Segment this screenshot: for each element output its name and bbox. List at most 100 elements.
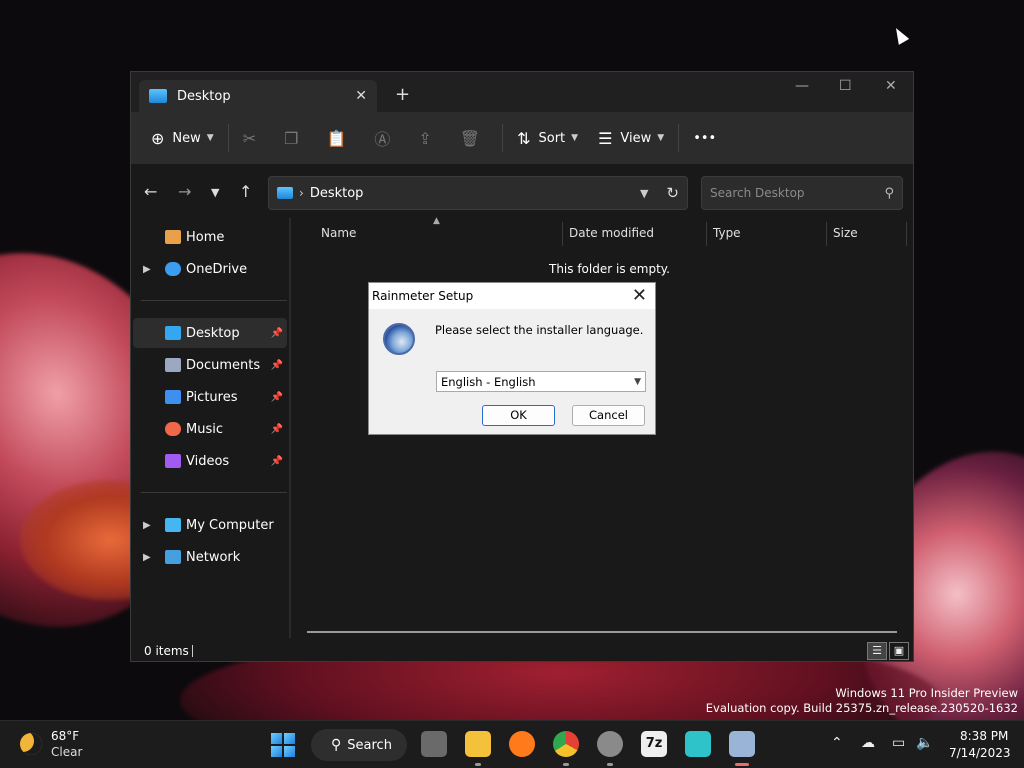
- recent-locations-chevron-icon[interactable]: ▼: [211, 186, 219, 199]
- sidebar-item-label: Desktop: [186, 325, 240, 341]
- sidebar-item-documents[interactable]: Documents 📌: [133, 350, 287, 380]
- close-window-button[interactable]: ✕: [885, 78, 897, 94]
- app-diamond-icon[interactable]: [685, 731, 711, 757]
- sort-button[interactable]: ⇅ Sort ▼: [507, 122, 588, 154]
- dialog-close-button[interactable]: ✕: [632, 285, 647, 306]
- windows-start-icon[interactable]: [271, 733, 295, 757]
- ok-button[interactable]: OK: [482, 405, 555, 426]
- status-divider: [192, 645, 193, 657]
- active-indicator: [735, 763, 749, 766]
- breadcrumb-desktop[interactable]: Desktop: [310, 186, 640, 201]
- empty-folder-message: This folder is empty.: [549, 262, 670, 276]
- volume-icon[interactable]: 🔈: [916, 735, 933, 751]
- forward-arrow-icon[interactable]: →: [178, 182, 191, 201]
- sidebar-item-label: Music: [186, 421, 223, 437]
- minimize-button[interactable]: —: [795, 78, 809, 94]
- desktop-folder-icon: [149, 89, 167, 103]
- column-header-type[interactable]: Type: [713, 218, 741, 248]
- pin-icon[interactable]: 📌: [271, 360, 283, 371]
- horizontal-scrollbar[interactable]: [307, 631, 897, 633]
- column-divider[interactable]: [706, 222, 707, 246]
- new-tab-button[interactable]: +: [395, 84, 410, 105]
- cancel-button[interactable]: Cancel: [572, 405, 645, 426]
- pane-splitter[interactable]: [289, 218, 291, 638]
- show-hidden-icons-chevron-icon[interactable]: ⌃: [831, 735, 843, 751]
- column-divider[interactable]: [826, 222, 827, 246]
- taskbar: 68°F Clear ⚲ Search 7z ⌃ ☁ ▭ 🔈 8:38 PM 7…: [0, 720, 1024, 768]
- close-tab-icon[interactable]: ✕: [355, 88, 367, 104]
- column-divider[interactable]: [906, 222, 907, 246]
- sidebar-item-network[interactable]: ▶ Network: [133, 542, 287, 572]
- file-explorer-icon[interactable]: [465, 731, 491, 757]
- refresh-icon[interactable]: ↻: [666, 184, 679, 202]
- taskbar-search-button[interactable]: ⚲ Search: [311, 729, 407, 761]
- sidebar-item-desktop[interactable]: Desktop 📌: [133, 318, 287, 348]
- more-options-button[interactable]: •••: [683, 122, 726, 154]
- expand-chevron-icon[interactable]: ▶: [143, 264, 151, 275]
- weather-condition[interactable]: Clear: [51, 745, 82, 759]
- sidebar-item-onedrive[interactable]: ▶ OneDrive: [133, 254, 287, 284]
- large-icons-view-icon[interactable]: ▣: [889, 642, 909, 660]
- search-box[interactable]: ⚲: [701, 176, 903, 210]
- rainmeter-setup-icon[interactable]: [729, 731, 755, 757]
- clipboard-icon: 📋: [326, 128, 347, 148]
- task-view-icon[interactable]: [421, 731, 447, 757]
- tab-desktop[interactable]: Desktop ✕: [139, 80, 377, 112]
- toolbar-divider: [678, 124, 680, 152]
- expand-chevron-icon[interactable]: ▶: [143, 552, 151, 563]
- command-bar: ⊕ New ▼ ✂ ❐ 📋 Ⓐ ⇪ 🗑 ⇅ Sort ▼ ☰ View ▼ ••…: [131, 112, 913, 164]
- rename-icon: Ⓐ: [374, 130, 391, 149]
- share-button[interactable]: ⇪: [408, 122, 449, 154]
- firefox-icon[interactable]: [509, 731, 535, 757]
- clock-date[interactable]: 7/14/2023: [949, 746, 1011, 760]
- view-button[interactable]: ☰ View ▼: [588, 122, 674, 154]
- sidebar-item-videos[interactable]: Videos 📌: [133, 446, 287, 476]
- search-icon[interactable]: ⚲: [884, 186, 894, 201]
- 7zip-icon[interactable]: 7z: [641, 731, 667, 757]
- back-arrow-icon[interactable]: ←: [144, 182, 157, 201]
- pin-icon[interactable]: 📌: [271, 456, 283, 467]
- paste-button[interactable]: 📋: [316, 122, 364, 154]
- weather-temperature[interactable]: 68°F: [51, 729, 79, 743]
- pin-icon[interactable]: 📌: [271, 392, 283, 403]
- pin-icon[interactable]: 📌: [271, 424, 283, 435]
- sidebar-item-home[interactable]: Home: [133, 222, 287, 252]
- language-select[interactable]: English - English ▼: [436, 371, 646, 392]
- delete-button[interactable]: 🗑: [450, 122, 498, 154]
- address-history-chevron-icon[interactable]: ▼: [640, 187, 648, 200]
- column-divider[interactable]: [562, 222, 563, 246]
- search-icon: ⚲: [331, 737, 342, 753]
- title-bar[interactable]: Desktop ✕ + — ☐ ✕: [131, 72, 913, 112]
- taskbar-search-label: Search: [347, 737, 392, 753]
- maximize-button[interactable]: ☐: [839, 78, 852, 94]
- tab-title: Desktop: [177, 88, 231, 104]
- column-header-date-modified[interactable]: Date modified: [569, 218, 654, 248]
- address-bar[interactable]: › Desktop ▼ ↻: [268, 176, 688, 210]
- expand-chevron-icon[interactable]: ▶: [143, 520, 151, 531]
- sidebar-item-my-computer[interactable]: ▶ My Computer: [133, 510, 287, 540]
- pin-icon[interactable]: 📌: [271, 328, 283, 339]
- cut-button[interactable]: ✂: [233, 122, 274, 154]
- copy-button[interactable]: ❐: [274, 122, 316, 154]
- clock-time[interactable]: 8:38 PM: [960, 729, 1008, 743]
- dialog-title-bar[interactable]: Rainmeter Setup ✕: [369, 283, 655, 309]
- monitor-icon[interactable]: ▭: [892, 735, 905, 751]
- details-view-icon[interactable]: ☰: [867, 642, 887, 660]
- search-input[interactable]: [710, 186, 885, 200]
- rename-button[interactable]: Ⓐ: [364, 122, 408, 154]
- evaluation-watermark: Windows 11 Pro Insider Preview Evaluatio…: [706, 686, 1018, 716]
- sidebar-divider: [141, 300, 287, 301]
- new-button[interactable]: ⊕ New ▼: [141, 122, 224, 154]
- sidebar-item-music[interactable]: Music 📌: [133, 414, 287, 444]
- up-arrow-icon[interactable]: ↑: [239, 182, 252, 201]
- column-header-size[interactable]: Size: [833, 218, 858, 248]
- network-disconnected-icon[interactable]: ☁: [861, 735, 875, 751]
- desktop-folder-icon: [277, 187, 293, 199]
- chrome-icon[interactable]: [553, 731, 579, 757]
- moon-weather-icon[interactable]: [20, 733, 42, 755]
- settings-gear-icon[interactable]: [597, 731, 623, 757]
- language-selected-value: English - English: [441, 374, 536, 389]
- running-indicator: [607, 763, 613, 766]
- column-header-name[interactable]: Name: [321, 218, 356, 248]
- sidebar-item-pictures[interactable]: Pictures 📌: [133, 382, 287, 412]
